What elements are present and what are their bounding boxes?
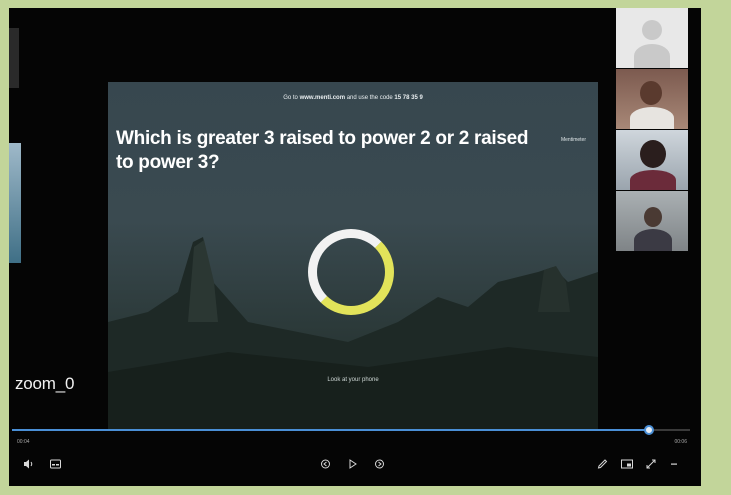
participant-tile[interactable] [616, 8, 688, 68]
menti-code: 15 78 35 9 [394, 95, 423, 101]
avatar-placeholder-icon [642, 20, 662, 40]
fullscreen-icon[interactable] [646, 459, 657, 472]
progress-handle[interactable] [644, 425, 655, 435]
subtitles-icon[interactable] [50, 459, 61, 472]
participant-tile[interactable] [616, 69, 688, 129]
avatar [644, 207, 662, 227]
pencil-icon[interactable] [597, 459, 608, 472]
screen-icon[interactable] [621, 459, 633, 472]
play-icon[interactable] [347, 459, 358, 472]
participant-tile[interactable] [616, 130, 688, 190]
loading-ring-icon [308, 229, 394, 315]
progress-fill [12, 429, 650, 431]
slide-caption: Look at your phone [327, 377, 379, 383]
menti-banner: Go to www.menti.com and use the code 15 … [283, 95, 423, 101]
participant-name-label: zoom_0 [15, 374, 75, 393]
avatar [640, 140, 666, 168]
time-current: 00:04 [17, 439, 30, 445]
left-video-tile [9, 28, 19, 88]
progress-bar[interactable] [12, 425, 690, 435]
slide-question: Which is greater 3 raised to power 2 or … [116, 128, 529, 173]
presentation-slide: Go to www.menti.com and use the code 15 … [108, 82, 598, 429]
mentimeter-badge: Mentimeter [560, 137, 586, 143]
menti-site-link[interactable]: www.menti.com [300, 95, 345, 101]
left-video-tile [9, 143, 21, 263]
avatar [640, 81, 662, 105]
more-icon[interactable] [669, 459, 679, 472]
previous-icon[interactable] [320, 459, 331, 472]
time-total: 00:06 [674, 439, 687, 445]
participant-tile[interactable] [616, 191, 688, 251]
volume-icon[interactable] [23, 459, 34, 472]
next-icon[interactable] [374, 459, 385, 472]
video-frame: Go to www.menti.com and use the code 15 … [9, 8, 701, 486]
